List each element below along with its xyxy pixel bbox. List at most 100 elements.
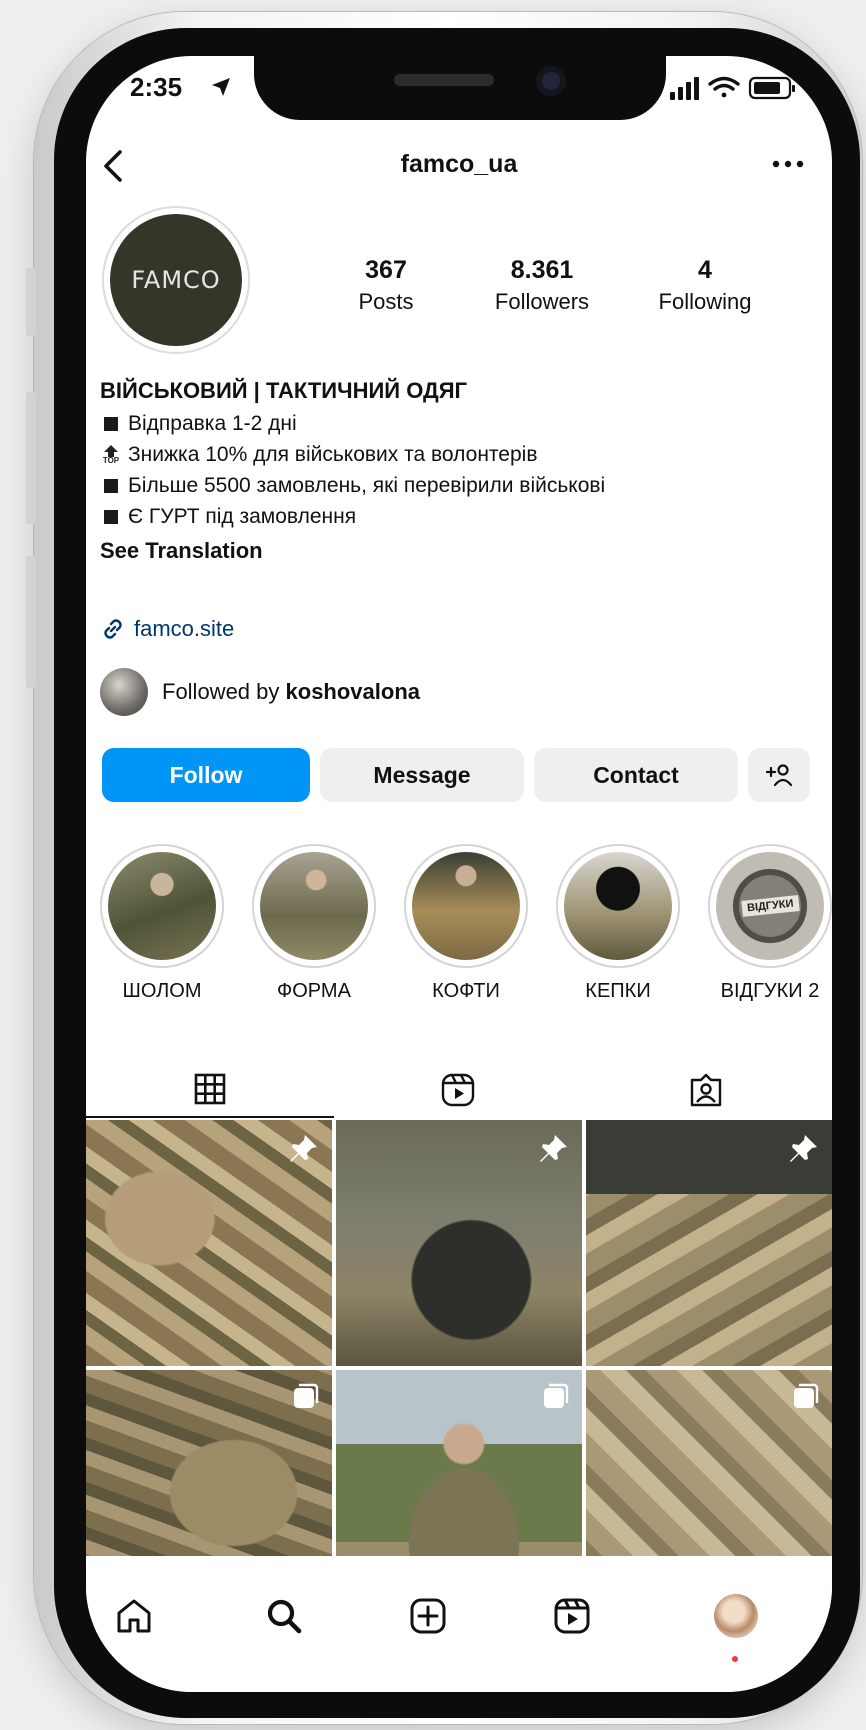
highlight-ring bbox=[556, 844, 680, 968]
bio-line: Більше 5500 замовлень, які перевірили ві… bbox=[100, 470, 820, 501]
grid-icon bbox=[194, 1073, 226, 1105]
profile-nav-bar: famco_ua bbox=[86, 138, 832, 190]
stat-followers[interactable]: 8.361 Followers bbox=[462, 256, 622, 315]
highlight-thumbnail: ВІДГУКИ bbox=[716, 852, 824, 960]
story-highlight[interactable]: КЕПКИ bbox=[550, 844, 686, 1003]
highlight-label: ВІДГУКИ 2 bbox=[720, 980, 820, 1002]
link-icon bbox=[104, 619, 122, 639]
highlight-thumb-text: ВІДГУКИ bbox=[741, 895, 799, 917]
tab-posts-grid[interactable] bbox=[86, 1062, 334, 1118]
bottom-tab-bar bbox=[86, 1556, 832, 1692]
website-link-text: famco.site bbox=[134, 616, 235, 641]
story-highlight[interactable]: ФОРМА bbox=[246, 844, 382, 1003]
highlight-label: КЕПКИ bbox=[585, 980, 651, 1002]
phone-volume-up bbox=[26, 392, 36, 524]
follower-avatar bbox=[100, 668, 148, 716]
nav-reels[interactable] bbox=[542, 1586, 602, 1646]
pin-icon bbox=[290, 1135, 317, 1162]
speaker bbox=[394, 74, 494, 86]
stat-posts[interactable]: 367 Posts bbox=[336, 256, 436, 315]
post-thumbnail[interactable] bbox=[86, 1120, 332, 1366]
stat-following-value: 4 bbox=[698, 256, 712, 284]
avatar-logo-text: FAMCO bbox=[131, 266, 221, 294]
bio-line: Відправка 1-2 дні bbox=[100, 408, 820, 439]
top-arrow-icon: TOP bbox=[100, 444, 122, 465]
highlight-label: КОФТИ bbox=[432, 980, 500, 1002]
pin-icon bbox=[790, 1135, 817, 1162]
square-bullet-icon bbox=[104, 509, 118, 524]
stat-followers-label: Followers bbox=[494, 289, 590, 314]
more-options-icon[interactable] bbox=[766, 154, 810, 174]
status-icons bbox=[670, 76, 795, 100]
nav-create[interactable] bbox=[398, 1586, 458, 1646]
content-tabs bbox=[86, 1062, 832, 1118]
followed-by[interactable]: Followed by koshovalona bbox=[100, 666, 420, 718]
bio-line-text: Є ГУРТ під замовлення bbox=[128, 505, 357, 528]
highlight-thumbnail bbox=[412, 852, 520, 960]
website-link[interactable]: famco.site bbox=[100, 614, 234, 644]
square-bullet-icon bbox=[104, 416, 118, 431]
multiple-icon bbox=[794, 1383, 819, 1408]
top-icon-label: TOP bbox=[102, 455, 120, 465]
bio-line-text: Знижка 10% для військових та волонтерів bbox=[128, 443, 538, 466]
phone-mute-switch bbox=[26, 268, 36, 336]
highlight-ring bbox=[100, 844, 224, 968]
bio-line-text: Більше 5500 замовлень, які перевірили ві… bbox=[128, 474, 606, 497]
notification-dot bbox=[732, 1656, 738, 1662]
profile-bio: ВІЙСЬКОВИЙ | ТАКТИЧНИЙ ОДЯГ Відправка 1-… bbox=[100, 378, 820, 564]
location-arrow-icon bbox=[212, 78, 230, 96]
highlight-ring bbox=[252, 844, 376, 968]
highlight-ring bbox=[404, 844, 528, 968]
post-thumbnail[interactable] bbox=[336, 1120, 582, 1366]
highlight-ring: ВІДГУКИ bbox=[708, 844, 832, 968]
battery-icon bbox=[748, 76, 795, 100]
highlight-label: ШОЛОМ bbox=[122, 980, 202, 1002]
nav-search[interactable] bbox=[254, 1586, 314, 1646]
search-icon bbox=[267, 1599, 302, 1634]
bio-line-text: Відправка 1-2 дні bbox=[128, 412, 297, 435]
highlight-label: ФОРМА bbox=[277, 980, 351, 1002]
see-translation-link[interactable]: See Translation bbox=[100, 538, 820, 564]
multiple-icon bbox=[294, 1383, 319, 1408]
followed-by-text: Followed by koshovalona bbox=[162, 679, 420, 704]
story-highlight[interactable]: ВІДГУКИ ВІДГУКИ 2 bbox=[702, 844, 832, 1003]
front-camera bbox=[536, 66, 566, 96]
tab-reels[interactable] bbox=[334, 1062, 582, 1118]
tab-tagged[interactable] bbox=[582, 1062, 830, 1118]
followed-by-username: koshovalona bbox=[285, 679, 420, 704]
highlight-thumbnail bbox=[108, 852, 216, 960]
profile-avatar-ring[interactable]: FAMCO bbox=[102, 206, 250, 354]
notch bbox=[254, 56, 666, 120]
story-highlight[interactable]: КОФТИ bbox=[398, 844, 534, 1003]
phone-volume-down bbox=[26, 556, 36, 688]
follow-button[interactable]: Follow bbox=[102, 748, 310, 802]
profile-username: famco_ua bbox=[400, 150, 518, 178]
reels-icon bbox=[554, 1598, 590, 1634]
stat-followers-value: 8.361 bbox=[510, 256, 574, 284]
message-button[interactable]: Message bbox=[320, 748, 524, 802]
stat-posts-value: 367 bbox=[365, 256, 407, 284]
square-bullet-icon bbox=[104, 478, 118, 493]
tagged-icon bbox=[690, 1073, 722, 1107]
reels-icon bbox=[441, 1073, 475, 1107]
story-highlight[interactable]: ШОЛОМ bbox=[94, 844, 230, 1003]
add-user-icon bbox=[765, 764, 793, 787]
stat-following[interactable]: 4 Following bbox=[640, 256, 770, 315]
multiple-icon bbox=[544, 1383, 569, 1408]
status-time: 2:35 bbox=[130, 72, 183, 102]
profile-avatar: FAMCO bbox=[110, 214, 242, 346]
post-thumbnail[interactable] bbox=[586, 1120, 832, 1366]
nav-profile[interactable] bbox=[706, 1586, 766, 1662]
contact-button[interactable]: Contact bbox=[534, 748, 738, 802]
highlight-thumbnail bbox=[564, 852, 672, 960]
profile-avatar-mini bbox=[714, 1594, 758, 1638]
stat-following-label: Following bbox=[658, 289, 752, 314]
highlight-thumbnail bbox=[260, 852, 368, 960]
bio-name: ВІЙСЬКОВИЙ | ТАКТИЧНИЙ ОДЯГ bbox=[100, 378, 467, 403]
suggest-users-button[interactable] bbox=[748, 748, 810, 802]
create-icon bbox=[410, 1598, 446, 1634]
nav-home[interactable] bbox=[104, 1586, 164, 1646]
bio-line: Є ГУРТ під замовлення bbox=[100, 501, 820, 532]
stat-posts-label: Posts bbox=[358, 289, 414, 314]
pin-icon bbox=[540, 1135, 567, 1162]
